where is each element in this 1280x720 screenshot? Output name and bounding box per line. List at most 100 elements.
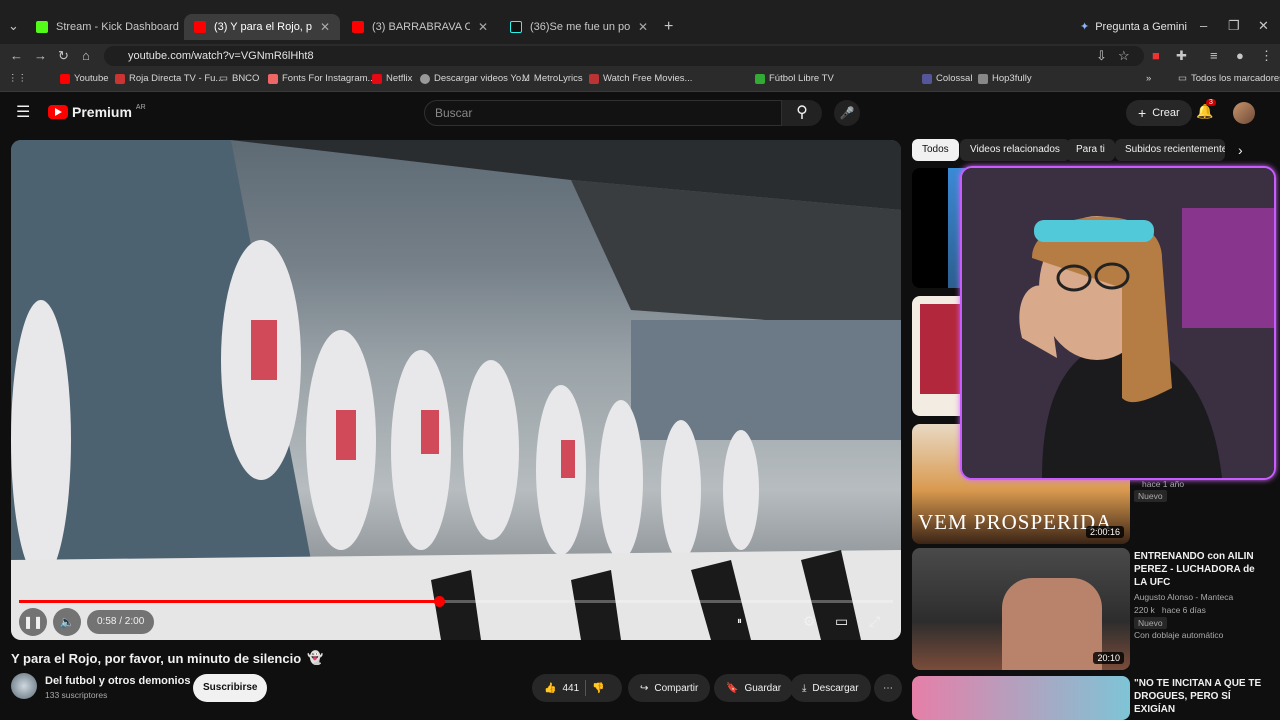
youtube-icon [194,21,206,33]
progress-scrubber[interactable] [433,596,445,607]
progress-fill [19,600,439,603]
theater-mode-icon[interactable]: ▭ [835,613,848,630]
tab-kick[interactable]: Stream - Kick Dashboard ✕ [26,14,182,40]
fullscreen-icon[interactable]: ⤢ [869,613,880,630]
webcam-overlay [960,166,1276,480]
url-field[interactable]: youtube.com/watch?v=VGNmR6lHht8 [104,46,1144,66]
window-close-icon[interactable]: ✕ [1258,18,1269,34]
channel-name[interactable]: Del futbol y otros demonios [45,675,190,687]
download-button[interactable]: ⤓ Descargar [790,674,871,702]
volume-button[interactable]: 🔈 [53,608,81,636]
tab-search-icon[interactable]: ⌄ [8,18,19,34]
rec-thumb-ufc[interactable]: 20:10 [912,548,1130,670]
share-button[interactable]: ↪ Compartir [628,674,711,702]
bookmark-roja[interactable]: Roja Directa TV - Fu... [115,73,223,84]
hamburger-menu-icon[interactable]: ☰ [16,102,30,122]
bookmark-metrolyrics[interactable]: M MetroLyrics [522,73,583,84]
share-icon: ↪ [640,682,649,694]
tab-tiktok[interactable]: (36)Se me fue un poco la mano ✕ [500,14,658,40]
chip-todos[interactable]: Todos [912,139,959,161]
tab-youtube-2[interactable]: (3) BARRABRAVA CELESTIAL - Y ✕ [342,14,498,40]
close-icon[interactable]: ✕ [478,20,488,34]
back-icon[interactable]: ← [10,48,23,63]
settings-icon[interactable]: ⚙ [803,613,816,630]
save-label: Guardar [744,682,782,694]
metrolyrics-icon: M [522,73,530,84]
tab-title: (3) BARRABRAVA CELESTIAL - Y [372,21,470,33]
close-icon[interactable]: ✕ [638,20,648,34]
forward-icon[interactable]: → [34,48,47,63]
bookmark-descargar[interactable]: Descargar videos Yo... [420,73,529,84]
media-icon[interactable]: ≡ [1210,48,1218,63]
gemini-button[interactable]: ✦ Pregunta a Gemini [1080,20,1187,34]
rec2-channel-text: Augusto Alonso - Manteca [1134,592,1234,602]
bookmark-icon: 🔖 [726,682,739,694]
folder-icon: ▭ [1178,73,1187,84]
new-tab-icon[interactable]: + [664,18,673,36]
bookmark-bnco[interactable]: ▭ BNCO [219,73,259,84]
restore-icon[interactable]: ❐ [1228,18,1240,34]
video-title: Y para el Rojo, por favor, un minuto de … [11,650,323,666]
channel-avatar[interactable] [11,673,37,699]
puzzle-icon[interactable]: ✚ [1176,48,1187,64]
chip-videos-relacionados[interactable]: Videos relacionados [960,139,1070,161]
profile-icon[interactable]: ● [1236,48,1244,63]
bookmark-watchfree[interactable]: Watch Free Movies... [589,73,692,84]
apps-icon[interactable]: ⋮⋮ [8,73,27,84]
bookmark-label: Watch Free Movies... [603,73,693,84]
minimize-icon[interactable]: – [1200,18,1207,33]
bookmark-youtube[interactable]: Youtube [60,73,109,84]
create-button[interactable]: + Crear [1126,100,1192,126]
chevron-right-icon[interactable]: › [1238,142,1243,158]
rec3-title[interactable]: "NO TE INCITAN A QUE TE DROGUES, PERO SÍ… [1134,677,1274,716]
youtube-logo[interactable]: Premium AR [48,104,146,120]
all-bookmarks[interactable]: ▭ Todos los marcadores [1178,73,1280,84]
subscribe-button[interactable]: Suscribirse [193,674,268,702]
chip-label: Videos relacionados [970,144,1060,155]
close-icon[interactable]: ✕ [320,20,330,34]
badge-text: Nuevo [1138,491,1163,501]
voice-search-button[interactable]: 🎤 [834,100,860,126]
rec1-meta-text: hace 1 año [1142,479,1185,489]
bookmark-netflix[interactable]: Netflix [372,73,412,84]
reload-icon[interactable]: ↻ [58,48,69,64]
bookmark-star-icon[interactable]: ☆ [1118,48,1130,64]
avatar[interactable] [1233,102,1255,124]
rec-thumb-c[interactable] [912,676,1130,720]
extension-icon[interactable]: ■ [1152,48,1160,63]
bookmark-colossal[interactable]: Colossal [922,73,972,84]
like-button[interactable]: 👍 441 [544,683,579,694]
autoplay-toggle-icon[interactable]: ⏸ [737,616,742,627]
rec2-title[interactable]: ENTRENANDO con AILIN PEREZ - LUCHADORA d… [1134,550,1258,589]
chip-subidos-recientemente[interactable]: Subidos recientemente [1115,139,1225,161]
region-label: AR [135,104,146,111]
bookmark-hop3fully[interactable]: Hop3fully [978,73,1032,84]
youtube-icon [352,21,364,33]
save-button[interactable]: 🔖 Guardar [714,674,794,702]
dislike-button[interactable]: 👎 [592,683,604,694]
video-player[interactable]: ❚❚ 🔈 0:58 / 2:00 ⏸ ⚙ ▭ ⤢ [11,140,901,640]
install-icon[interactable]: ⇩ [1096,48,1107,64]
pause-button[interactable]: ❚❚ [19,608,47,636]
address-bar-row: ← → ↻ ⌂ youtube.com/watch?v=VGNmR6lHht8 … [0,44,1280,68]
tiktok-icon [510,21,522,33]
dubbing-text: Con doblaje automático [1134,630,1224,640]
chip-para-ti[interactable]: Para ti [1066,139,1115,161]
notifications-button[interactable]: 🔔 3 [1196,99,1216,120]
progress-track[interactable] [19,596,893,607]
more-actions-button[interactable]: ⋯ [874,674,902,702]
more-icon: ⋯ [883,682,893,694]
search-button[interactable]: ⚲ [782,100,822,126]
bookmark-label: Youtube [74,73,109,84]
new-badge: Nuevo [1134,617,1167,629]
tab-youtube-active[interactable]: (3) Y para el Rojo, por favor ✕ [184,14,340,40]
bookmark-fonts[interactable]: Fonts For Instagram... [268,73,375,84]
more-bookmarks-icon[interactable]: » [1146,73,1151,84]
home-icon[interactable]: ⌂ [82,48,90,63]
bookmark-futbollibre[interactable]: Fútbol Libre TV [755,73,834,84]
like-count: 441 [562,682,580,694]
youtube-header: ☰ Premium AR Buscar ⚲ 🎤 + Crear 🔔 3 [0,92,1280,136]
rec2-channel[interactable]: Augusto Alonso - Manteca [1134,592,1233,602]
search-input[interactable]: Buscar [424,100,782,126]
menu-icon[interactable]: ⋮ [1260,48,1273,64]
